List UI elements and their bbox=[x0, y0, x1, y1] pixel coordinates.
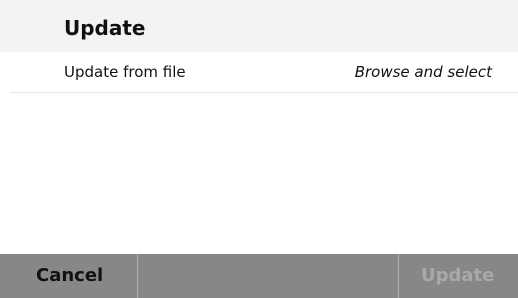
section-header: Update bbox=[0, 0, 518, 52]
update-dialog: Update Update from file Browse and selec… bbox=[0, 0, 518, 298]
row-label: Update from file bbox=[64, 63, 186, 81]
update-from-file-row[interactable]: Update from file Browse and select bbox=[10, 52, 518, 93]
button-bar: Cancel Update bbox=[0, 254, 518, 298]
section-title: Update bbox=[64, 16, 146, 40]
update-button[interactable]: Update bbox=[398, 254, 518, 298]
cancel-button[interactable]: Cancel bbox=[0, 254, 138, 298]
browse-and-select-value[interactable]: Browse and select bbox=[355, 62, 492, 82]
